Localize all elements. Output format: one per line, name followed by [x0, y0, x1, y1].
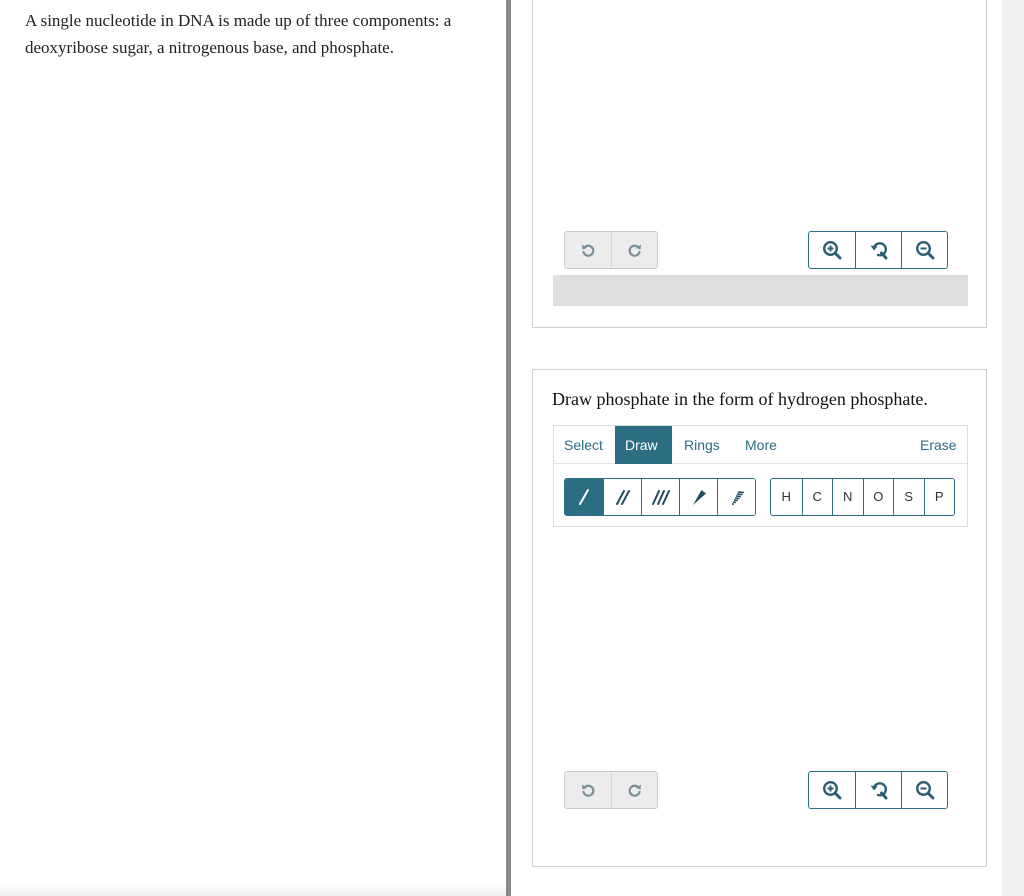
question-pane: A single nucleotide in DNA is made up of…	[0, 0, 506, 896]
drawing-prompt: Draw phosphate in the form of hydrogen p…	[552, 389, 928, 409]
zoom-in-icon	[822, 240, 842, 260]
double-bond-tool[interactable]	[603, 479, 641, 515]
tab-select[interactable]: Select	[554, 426, 613, 464]
zoom-button-group	[808, 771, 948, 809]
tab-draw[interactable]: Draw	[615, 426, 672, 464]
pane-bottom-shadow	[0, 884, 506, 896]
drawing-canvas[interactable]	[553, 530, 968, 760]
single-bond-icon	[579, 489, 589, 505]
zoom-in-button[interactable]	[809, 232, 855, 268]
redo-icon	[628, 784, 641, 797]
single-bond-tool[interactable]	[565, 479, 603, 515]
bond-tool-group	[564, 478, 756, 516]
undo-button[interactable]	[565, 772, 611, 808]
wedge-bond-tool[interactable]	[679, 479, 717, 515]
zoom-in-button[interactable]	[809, 772, 855, 808]
atom-n-button[interactable]: N	[832, 479, 863, 515]
zoom-reset-icon	[870, 242, 887, 260]
tab-rings[interactable]: Rings	[674, 426, 730, 464]
previous-drawing-panel	[532, 0, 987, 328]
page-scrollbar[interactable]	[1002, 0, 1024, 896]
history-button-group	[564, 771, 658, 809]
history-button-group	[564, 231, 658, 269]
atom-p-button[interactable]: P	[923, 479, 955, 515]
zoom-reset-button[interactable]	[855, 232, 901, 268]
zoom-in-icon	[822, 780, 842, 800]
editor-tabs: Select Draw Rings More Erase	[554, 426, 967, 464]
zoom-reset-button[interactable]	[855, 772, 901, 808]
undo-button[interactable]	[565, 232, 611, 268]
triple-bond-icon	[651, 490, 670, 505]
hash-bond-tool[interactable]	[717, 479, 755, 515]
drawing-question-panel: Draw phosphate in the form of hydrogen p…	[532, 369, 987, 867]
undo-icon	[582, 784, 595, 797]
wedge-bond-icon	[692, 490, 706, 505]
undo-icon	[582, 244, 595, 257]
double-bond-icon	[615, 490, 630, 505]
redo-button[interactable]	[611, 772, 657, 808]
zoom-out-button[interactable]	[901, 232, 947, 268]
atom-o-button[interactable]: O	[862, 479, 894, 515]
zoom-reset-icon	[870, 782, 887, 800]
drawing-canvas-footer	[553, 275, 968, 306]
atom-s-button[interactable]: S	[893, 479, 924, 515]
zoom-out-button[interactable]	[901, 772, 947, 808]
redo-icon	[628, 244, 641, 257]
hash-bond-icon	[731, 491, 744, 505]
question-intro-text: A single nucleotide in DNA is made up of…	[25, 11, 452, 57]
zoom-button-group	[808, 231, 948, 269]
zoom-out-icon	[915, 780, 934, 800]
redo-button[interactable]	[611, 232, 657, 268]
pane-resize-divider[interactable]	[506, 0, 511, 896]
atom-selector: H C N O S P	[770, 478, 955, 516]
erase-button[interactable]: Erase	[910, 426, 967, 464]
atom-h-button[interactable]: H	[771, 479, 802, 515]
zoom-out-icon	[915, 240, 934, 260]
triple-bond-tool[interactable]	[641, 479, 679, 515]
atom-c-button[interactable]: C	[801, 479, 833, 515]
tab-more[interactable]: More	[735, 426, 787, 464]
structure-editor-toolbar: Select Draw Rings More Erase H C N O S P	[553, 425, 968, 527]
